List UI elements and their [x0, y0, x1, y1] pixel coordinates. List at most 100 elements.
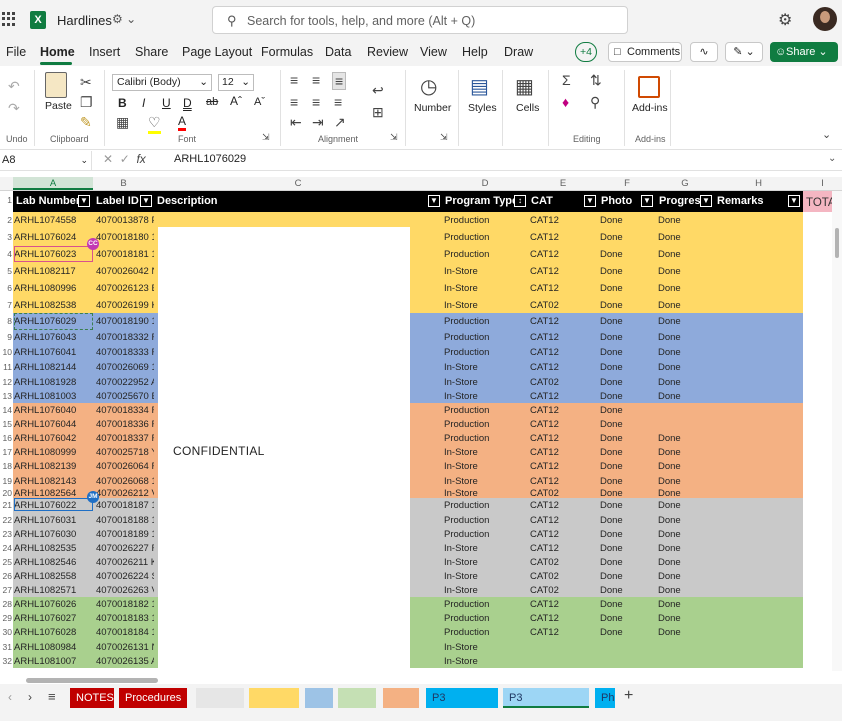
cell-program-type[interactable]: Production — [444, 500, 528, 511]
cells-button[interactable]: Cells — [516, 102, 539, 114]
cell-progress[interactable]: Done — [658, 627, 714, 638]
cell-progress[interactable]: Done — [658, 447, 714, 458]
row-header[interactable]: 2 — [0, 215, 13, 225]
cell-cat[interactable]: CAT12 — [530, 266, 598, 277]
cell-lab-number[interactable]: ARHL1082117 — [14, 266, 92, 277]
row-header[interactable]: 15 — [0, 419, 13, 429]
cell-progress[interactable]: Done — [658, 391, 714, 402]
cell-lab-number[interactable]: ARHL1082558 — [14, 571, 92, 582]
cell-progress[interactable]: Done — [658, 347, 714, 358]
editing-mode-button[interactable]: ✎ ⌄ — [725, 42, 763, 62]
cell-photo[interactable]: Done — [600, 377, 656, 388]
cell-label-id[interactable]: 4070018337 F — [96, 433, 154, 444]
copy-icon[interactable]: ❐ — [80, 94, 93, 111]
cell-label-id[interactable]: 4070022952 A — [96, 377, 154, 388]
cell-progress[interactable]: Done — [658, 232, 714, 243]
row-header[interactable]: 24 — [0, 543, 13, 553]
cell-label-id[interactable]: 4070026123 B — [96, 283, 154, 294]
row-header[interactable]: 5 — [0, 266, 13, 276]
cell-cat[interactable]: CAT12 — [530, 215, 598, 226]
cell-program-type[interactable]: Production — [444, 599, 528, 610]
underline-button[interactable]: U — [162, 96, 171, 110]
filter-dropdown-icon[interactable]: ▼ — [428, 195, 440, 207]
cell-lab-number[interactable]: ARHL1082143 — [14, 476, 92, 487]
cell-label-id[interactable]: 4070026224 S — [96, 571, 154, 582]
cell-cat[interactable]: CAT12 — [530, 447, 598, 458]
cell-lab-number[interactable]: ARHL1081928 — [14, 377, 92, 388]
cell-photo[interactable]: Done — [600, 391, 656, 402]
cell-cat[interactable]: CAT02 — [530, 300, 598, 311]
menu-view[interactable]: View — [420, 45, 447, 59]
decrease-indent-icon[interactable]: ⇤ — [290, 114, 302, 131]
row-header[interactable]: 26 — [0, 571, 13, 581]
presence-badge-jm[interactable]: JM — [87, 491, 99, 503]
undo-icon[interactable]: ↶ — [8, 78, 20, 95]
align-middle-icon[interactable]: ≡ — [312, 72, 320, 88]
comments-button[interactable]: □ Comments — [608, 42, 682, 62]
cell-program-type[interactable]: In-Store — [444, 447, 528, 458]
cell-label-id[interactable]: 4070026064 F — [96, 461, 154, 472]
vertical-scroll-thumb[interactable] — [835, 228, 839, 258]
cell-progress[interactable]: Done — [658, 515, 714, 526]
cell-cat[interactable]: CAT12 — [530, 249, 598, 260]
cell-progress[interactable]: Done — [658, 362, 714, 373]
row-header[interactable]: 10 — [0, 347, 13, 357]
increase-font-icon[interactable]: Aˆ — [230, 94, 242, 108]
menu-share[interactable]: Share — [135, 45, 168, 59]
align-top-icon[interactable]: ≡ — [290, 72, 298, 88]
cell-label-id[interactable]: 4070018334 F — [96, 405, 154, 416]
cell-label-id[interactable]: 4070018336 F — [96, 419, 154, 430]
menu-insert[interactable]: Insert — [89, 45, 120, 59]
fill-color-icon[interactable]: ♡ — [148, 114, 161, 134]
cell-program-type[interactable]: In-Store — [444, 300, 528, 311]
cell-lab-number[interactable]: ARHL1082546 — [14, 557, 92, 568]
prev-sheet-icon[interactable]: ‹ — [8, 690, 12, 704]
cell-cat[interactable]: CAT12 — [530, 316, 598, 327]
row-header[interactable]: 11 — [0, 362, 13, 372]
cell-cat[interactable]: CAT12 — [530, 515, 598, 526]
find-icon[interactable]: ⚲ — [590, 94, 600, 111]
sheet-tab[interactable]: Procedures — [119, 688, 187, 708]
cell-label-id[interactable]: 4070013878 Pr — [96, 215, 154, 226]
cell-label-id[interactable]: 4070018190 1 — [96, 316, 154, 327]
align-right-icon[interactable]: ≡ — [334, 94, 342, 110]
sheet-tab[interactable] — [196, 688, 244, 708]
menu-data[interactable]: Data — [325, 45, 351, 59]
sheet-tab[interactable] — [338, 688, 376, 708]
sheet-tab[interactable]: P3 OPTICAL — [426, 688, 498, 724]
cell-cat[interactable]: CAT12 — [530, 543, 598, 554]
filter-dropdown-icon[interactable]: ▼ — [140, 195, 152, 207]
collaborators-badge[interactable]: +4 — [575, 42, 597, 62]
add-sheet-icon[interactable]: + — [624, 687, 633, 705]
redo-icon[interactable]: ↷ — [8, 100, 20, 117]
cell-progress[interactable]: Done — [658, 500, 714, 511]
cell-program-type[interactable]: In-Store — [444, 377, 528, 388]
menu-page-layout[interactable]: Page Layout — [182, 45, 252, 59]
menu-draw[interactable]: Draw — [504, 45, 533, 59]
row-header[interactable]: 32 — [0, 656, 13, 666]
cell-lab-number[interactable]: ARHL1080999 — [14, 447, 92, 458]
row-header[interactable]: 17 — [0, 447, 13, 457]
cell-label-id[interactable]: 4070018188 1 — [96, 515, 154, 526]
cell-progress[interactable]: Done — [658, 300, 714, 311]
column-header-d[interactable]: D — [442, 177, 528, 190]
styles-button[interactable]: Styles — [468, 102, 497, 114]
sheet-tab[interactable]: P3 CONTAINER — [503, 688, 589, 724]
header-description[interactable]: Description — [154, 191, 442, 212]
presence-badge-cc[interactable]: CC — [87, 238, 99, 250]
column-header-h[interactable]: H — [714, 177, 803, 190]
cell-progress[interactable]: Done — [658, 316, 714, 327]
row-header[interactable]: 8 — [0, 316, 13, 326]
cell-program-type[interactable]: In-Store — [444, 656, 528, 667]
column-header-b[interactable]: B — [93, 177, 154, 190]
cell-cat[interactable]: CAT12 — [530, 232, 598, 243]
italic-button[interactable]: I — [142, 96, 145, 110]
cell-progress[interactable]: Done — [658, 476, 714, 487]
cell-lab-number[interactable]: ARHL1082144 — [14, 362, 92, 373]
cell-program-type[interactable]: Production — [444, 405, 528, 416]
autosum-icon[interactable]: Σ — [562, 72, 571, 88]
row-header[interactable]: 19 — [0, 476, 13, 486]
cell-progress[interactable]: Done — [658, 461, 714, 472]
cell-program-type[interactable]: Production — [444, 347, 528, 358]
cell-photo[interactable]: Done — [600, 627, 656, 638]
